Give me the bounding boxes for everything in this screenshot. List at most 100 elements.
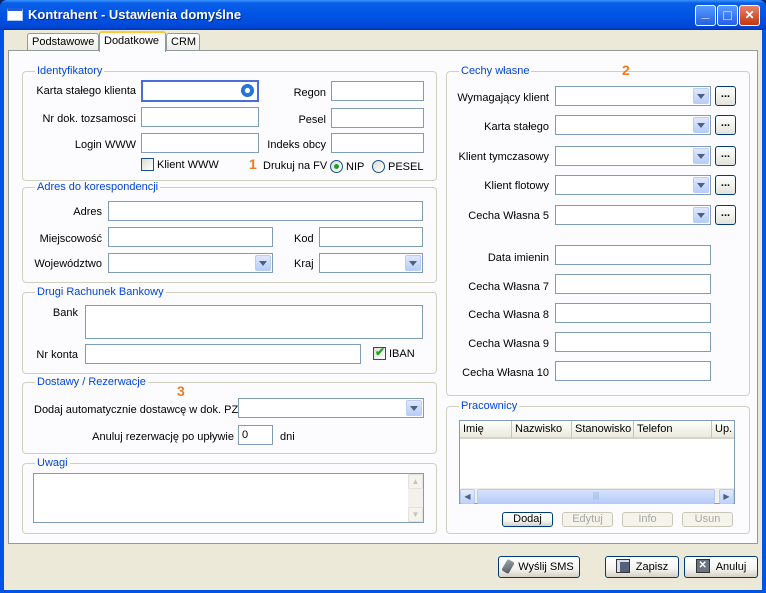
- scroll-thumb[interactable]: |||: [477, 489, 715, 504]
- indeks-obcy-input[interactable]: [331, 133, 424, 153]
- column-header-up[interactable]: Up.: [712, 421, 734, 438]
- dodaj-button[interactable]: Dodaj: [502, 512, 553, 527]
- nr-konta-input[interactable]: [85, 344, 361, 364]
- anuluj-button[interactable]: ✕ Anuluj: [684, 556, 758, 578]
- column-header-telefon[interactable]: Telefon: [634, 421, 712, 438]
- column-header-nazwisko[interactable]: Nazwisko: [512, 421, 572, 438]
- pracownicy-grid[interactable]: Imię Nazwisko Stanowisko Telefon Up. ◀ |…: [459, 420, 735, 504]
- scroll-up-icon[interactable]: ▲: [408, 474, 423, 489]
- title-bar[interactable]: Kontrahent - Ustawienia domyślne _ □ ✕: [0, 0, 766, 30]
- anuluj-label: Anuluj: [715, 561, 747, 573]
- nr-konta-label: Nr konta: [36, 349, 78, 361]
- cecha-label-tymczasowy: Klient tymczasowy: [458, 151, 549, 163]
- cecha-browse-button[interactable]: ...: [715, 205, 736, 225]
- cecha-label-karta: Karta stałego: [484, 121, 549, 133]
- cecha-combo-5[interactable]: [555, 205, 711, 225]
- cecha-label-5: Cecha Własna 5: [468, 210, 549, 222]
- grid-horizontal-scrollbar[interactable]: ◀ ||| ▶: [460, 488, 734, 504]
- floppy-disk-icon: [615, 559, 630, 574]
- cecha-combo-tymczasowy[interactable]: [555, 146, 711, 166]
- adres-input[interactable]: [108, 201, 423, 221]
- chevron-down-icon: [697, 123, 705, 128]
- uwagi-scrollbar[interactable]: ▲ ▼: [408, 474, 423, 522]
- close-button[interactable]: ✕: [739, 5, 760, 26]
- anuluj-rezerwacje-input[interactable]: [238, 425, 273, 445]
- group-rachunek-legend: Drugi Rachunek Bankowy: [35, 286, 166, 298]
- iban-checkbox[interactable]: ✔: [373, 345, 386, 360]
- zapisz-button[interactable]: Zapisz: [605, 556, 679, 578]
- chevron-down-icon: [410, 406, 418, 411]
- adres-label: Adres: [73, 206, 102, 218]
- column-header-stanowisko[interactable]: Stanowisko: [572, 421, 634, 438]
- pesel-label: Pesel: [298, 114, 326, 126]
- kraj-dropdown-button[interactable]: [405, 255, 421, 271]
- cecha-browse-button[interactable]: ...: [715, 86, 736, 106]
- regon-label: Regon: [293, 87, 326, 99]
- cecha-browse-button[interactable]: ...: [715, 115, 736, 135]
- cecha-browse-button[interactable]: ...: [715, 175, 736, 195]
- pesel-radio[interactable]: [372, 160, 385, 173]
- kraj-label: Kraj: [294, 258, 314, 270]
- chevron-down-icon: [697, 183, 705, 188]
- cecha-input-9[interactable]: [555, 332, 711, 352]
- anuluj-rezerwacje-label: Anuluj rezerwację po upływie: [92, 431, 234, 443]
- dodaj-dostawce-combo[interactable]: [238, 398, 424, 418]
- iban-label: IBAN: [389, 348, 415, 360]
- cecha-dropdown-button[interactable]: [693, 148, 709, 164]
- cecha-dropdown-button[interactable]: [693, 177, 709, 193]
- cecha-input-data-imienin[interactable]: [555, 245, 711, 265]
- cecha-label-data-imienin: Data imienin: [487, 252, 549, 264]
- nip-radio-dot: [334, 164, 339, 169]
- maximize-icon: □: [723, 7, 732, 23]
- pesel-input[interactable]: [331, 108, 424, 128]
- pesel-radio-label: PESEL: [388, 161, 424, 173]
- login-www-input[interactable]: [141, 133, 259, 153]
- marker-3: 3: [177, 383, 185, 399]
- wojewodztwo-dropdown-button[interactable]: [255, 255, 271, 271]
- dodaj-dostawce-label: Dodaj automatycznie dostawcę w dok. PZ: [34, 404, 239, 416]
- group-dostawy-legend: Dostawy / Rezerwacje: [35, 376, 148, 388]
- maximize-button[interactable]: □: [717, 5, 738, 26]
- cecha-dropdown-button[interactable]: [693, 88, 709, 104]
- miejscowosc-label: Miejscowość: [39, 233, 102, 245]
- cecha-input-7[interactable]: [555, 274, 711, 294]
- wyslij-sms-button[interactable]: Wyślij SMS: [498, 556, 580, 578]
- cecha-combo-karta[interactable]: [555, 115, 711, 135]
- edytuj-button[interactable]: Edytuj: [562, 512, 613, 527]
- usun-button[interactable]: Usun: [682, 512, 733, 527]
- scroll-left-icon[interactable]: ◀: [460, 489, 475, 504]
- cecha-input-8[interactable]: [555, 303, 711, 323]
- cecha-label-10: Cecha Własna 10: [462, 367, 549, 379]
- cecha-dropdown-button[interactable]: [693, 207, 709, 223]
- tab-crm[interactable]: CRM: [166, 33, 200, 51]
- karta-input[interactable]: [141, 80, 259, 102]
- scroll-down-icon[interactable]: ▼: [408, 507, 423, 522]
- cecha-combo-flotowy[interactable]: [555, 175, 711, 195]
- chevron-down-icon: [697, 213, 705, 218]
- nip-label: NIP: [346, 161, 365, 173]
- cecha-browse-button[interactable]: ...: [715, 146, 736, 166]
- nip-radio[interactable]: [330, 160, 343, 173]
- cecha-input-10[interactable]: [555, 361, 711, 381]
- cecha-dropdown-button[interactable]: [693, 117, 709, 133]
- bank-input[interactable]: [85, 305, 423, 339]
- kod-input[interactable]: [319, 227, 423, 247]
- miejscowosc-input[interactable]: [108, 227, 273, 247]
- refresh-icon[interactable]: [241, 84, 254, 97]
- klient-www-checkbox[interactable]: [141, 158, 154, 171]
- dodaj-dostawce-dropdown-button[interactable]: [406, 400, 422, 416]
- tab-dodatkowe[interactable]: Dodatkowe: [99, 31, 166, 52]
- info-button[interactable]: Info: [622, 512, 673, 527]
- regon-input[interactable]: [331, 81, 424, 101]
- minimize-button[interactable]: _: [695, 5, 716, 26]
- cecha-combo-wymagajacy[interactable]: [555, 86, 711, 106]
- chevron-down-icon: [259, 261, 267, 266]
- nr-dok-input[interactable]: [141, 107, 259, 127]
- grid-header: Imię Nazwisko Stanowisko Telefon Up.: [460, 421, 734, 439]
- uwagi-textarea[interactable]: ▲ ▼: [33, 473, 424, 523]
- tab-podstawowe[interactable]: Podstawowe: [27, 33, 99, 51]
- kraj-combo[interactable]: [319, 253, 423, 273]
- scroll-right-icon[interactable]: ▶: [719, 489, 734, 504]
- wojewodztwo-combo[interactable]: [108, 253, 273, 273]
- column-header-imie[interactable]: Imię: [460, 421, 512, 438]
